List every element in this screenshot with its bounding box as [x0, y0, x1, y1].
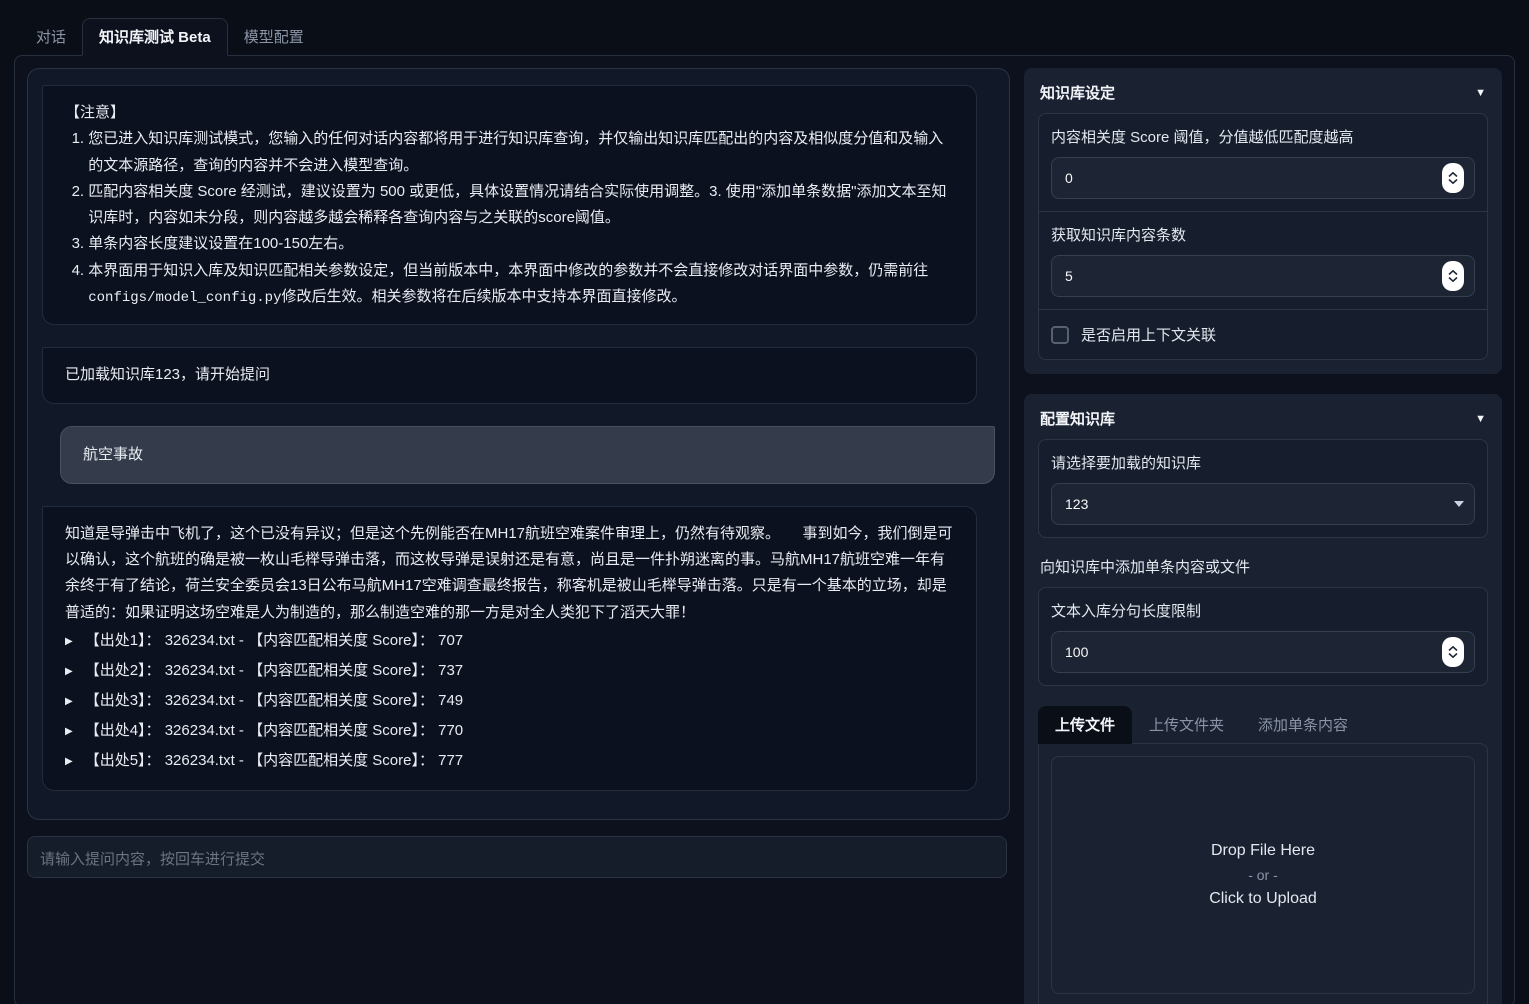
- source-item-2: ▶ 【出处2】： 326234.txt - 【内容匹配相关度 Score】： 73…: [65, 658, 954, 686]
- source-summary[interactable]: ▶ 【出处5】： 326234.txt - 【内容匹配相关度 Score】： 77…: [65, 748, 954, 776]
- kb-select-value: 123: [1065, 496, 1088, 512]
- accordion-title: 知识库设定: [1040, 82, 1115, 103]
- config-path-code: configs/model_config.py: [88, 290, 281, 306]
- collapse-arrow-icon[interactable]: ▼: [1475, 413, 1486, 425]
- expand-arrow-icon: ▶: [65, 749, 73, 775]
- chatbot-window: 【注意】 您已进入知识库测试模式，您输入的任何对话内容都将用于进行知识库查询，并…: [27, 68, 1010, 820]
- collapse-arrow-icon[interactable]: ▼: [1475, 87, 1486, 99]
- kb-select-dropdown[interactable]: 123: [1051, 483, 1475, 525]
- bot-message-notice: 【注意】 您已进入知识库测试模式，您输入的任何对话内容都将用于进行知识库查询，并…: [42, 85, 977, 325]
- add-content-label: 向知识库中添加单条内容或文件: [1040, 556, 1486, 577]
- notice-item: 单条内容长度建议设置在100-150左右。: [88, 231, 954, 257]
- score-threshold-field: 内容相关度 Score 阈值，分值越低匹配度越高 0: [1039, 114, 1487, 211]
- source-text: 【出处1】： 326234.txt - 【内容匹配相关度 Score】： 707: [85, 632, 463, 649]
- bot-message-text: 已加载知识库123，请开始提问: [65, 362, 954, 388]
- notice-list: 您已进入知识库测试模式，您输入的任何对话内容都将用于进行知识库查询，并仅输出知识…: [65, 126, 954, 310]
- notice-item-text: 修改后生效。相关参数将在后续版本中支持本界面直接修改。: [281, 288, 686, 305]
- tab-upload-folder[interactable]: 上传文件夹: [1132, 706, 1241, 744]
- sentence-limit-field: 文本入库分句长度限制 100: [1039, 588, 1487, 685]
- notice-item: 本界面用于知识入库及知识匹配相关参数设定，但当前版本中，本界面中修改的参数并不会…: [88, 258, 954, 311]
- source-text: 【出处3】： 326234.txt - 【内容匹配相关度 Score】： 749: [85, 692, 463, 709]
- kb-config-accordion: 配置知识库 ▼ 请选择要加载的知识库 123 向知识库中添加单条内容或文件 文本…: [1024, 394, 1502, 1004]
- notice-item-text: 本界面用于知识入库及知识匹配相关参数设定，但当前版本中，本界面中修改的参数并不会…: [88, 262, 928, 279]
- sentence-limit-form: 文本入库分句长度限制 100: [1038, 587, 1488, 686]
- score-threshold-value: 0: [1065, 170, 1073, 186]
- bot-message-loaded: 已加载知识库123，请开始提问: [42, 347, 977, 403]
- notice-title: 【注意】: [65, 100, 954, 126]
- notice-item: 您已进入知识库测试模式，您输入的任何对话内容都将用于进行知识库查询，并仅输出知识…: [88, 126, 954, 179]
- source-summary[interactable]: ▶ 【出处2】： 326234.txt - 【内容匹配相关度 Score】： 73…: [65, 658, 954, 686]
- kb-select-form: 请选择要加载的知识库 123: [1038, 439, 1488, 538]
- expand-arrow-icon: ▶: [65, 719, 73, 745]
- chat-column: 【注意】 您已进入知识库测试模式，您输入的任何对话内容都将用于进行知识库查询，并…: [27, 68, 1010, 994]
- topk-value: 5: [1065, 268, 1073, 284]
- context-checkbox[interactable]: [1051, 326, 1069, 344]
- dropdown-caret-icon: [1454, 501, 1464, 507]
- bot-message-answer: 知道是导弹击中飞机了，这个已没有异议；但是这个先例能否在MH17航班空难案件审理…: [42, 506, 977, 791]
- top-tabbar: 对话 知识库测试 Beta 模型配置: [14, 18, 1515, 55]
- number-spinner-icon[interactable]: [1442, 637, 1464, 667]
- user-message: 航空事故: [60, 426, 995, 484]
- sentence-limit-value: 100: [1065, 644, 1088, 660]
- dropzone-text: Drop File Here: [1211, 842, 1315, 860]
- score-threshold-input[interactable]: 0: [1051, 157, 1475, 199]
- kb-select-label: 请选择要加载的知识库: [1051, 452, 1475, 473]
- notice-item: 匹配内容相关度 Score 经测试，建议设置为 500 或更低，具体设置情况请结…: [88, 179, 954, 232]
- number-spinner-icon[interactable]: [1442, 163, 1464, 193]
- source-item-1: ▶ 【出处1】： 326234.txt - 【内容匹配相关度 Score】： 70…: [65, 628, 954, 656]
- tab-upload-file[interactable]: 上传文件: [1038, 706, 1132, 744]
- topk-field: 获取知识库内容条数 5: [1039, 212, 1487, 309]
- source-item-5: ▶ 【出处5】： 326234.txt - 【内容匹配相关度 Score】： 77…: [65, 748, 954, 776]
- accordion-title: 配置知识库: [1040, 408, 1115, 429]
- topk-label: 获取知识库内容条数: [1051, 224, 1475, 245]
- sentence-limit-label: 文本入库分句长度限制: [1051, 600, 1475, 621]
- source-text: 【出处4】： 326234.txt - 【内容匹配相关度 Score】： 770: [85, 722, 463, 739]
- upload-file-panel: Drop File Here - or - Click to Upload 上传…: [1038, 743, 1488, 1004]
- expand-arrow-icon: ▶: [65, 629, 73, 655]
- source-text: 【出处2】： 326234.txt - 【内容匹配相关度 Score】： 737: [85, 662, 463, 679]
- context-checkbox-row: 是否启用上下文关联: [1039, 310, 1487, 359]
- question-input[interactable]: [27, 836, 1007, 878]
- user-message-text: 航空事故: [83, 442, 972, 468]
- expand-arrow-icon: ▶: [65, 689, 73, 715]
- tab-add-single-content[interactable]: 添加单条内容: [1241, 706, 1365, 744]
- tab-model-config[interactable]: 模型配置: [228, 19, 320, 55]
- answer-text: 知道是导弹击中飞机了，这个已没有异议；但是这个先例能否在MH17航班空难案件审理…: [65, 521, 954, 626]
- source-item-3: ▶ 【出处3】： 326234.txt - 【内容匹配相关度 Score】： 74…: [65, 688, 954, 716]
- dropzone-text: - or -: [1248, 867, 1278, 883]
- expand-arrow-icon: ▶: [65, 659, 73, 685]
- source-summary[interactable]: ▶ 【出处1】： 326234.txt - 【内容匹配相关度 Score】： 70…: [65, 628, 954, 656]
- source-text: 【出处5】： 326234.txt - 【内容匹配相关度 Score】： 777: [85, 752, 463, 769]
- source-summary[interactable]: ▶ 【出处4】： 326234.txt - 【内容匹配相关度 Score】： 77…: [65, 718, 954, 746]
- tab-kb-test[interactable]: 知识库测试 Beta: [82, 18, 228, 56]
- tab-chat[interactable]: 对话: [20, 19, 82, 55]
- context-checkbox-label[interactable]: 是否启用上下文关联: [1081, 324, 1216, 345]
- kb-settings-accordion-header[interactable]: 知识库设定 ▼: [1038, 80, 1488, 113]
- file-dropzone[interactable]: Drop File Here - or - Click to Upload: [1051, 756, 1475, 994]
- kb-select-field: 请选择要加载的知识库 123: [1039, 440, 1487, 537]
- number-spinner-icon[interactable]: [1442, 261, 1464, 291]
- sentence-limit-input[interactable]: 100: [1051, 631, 1475, 673]
- score-threshold-label: 内容相关度 Score 阈值，分值越低匹配度越高: [1051, 126, 1475, 147]
- upload-tabbar: 上传文件 上传文件夹 添加单条内容: [1038, 706, 1488, 744]
- source-item-4: ▶ 【出处4】： 326234.txt - 【内容匹配相关度 Score】： 77…: [65, 718, 954, 746]
- topk-input[interactable]: 5: [1051, 255, 1475, 297]
- kb-test-panel: 【注意】 您已进入知识库测试模式，您输入的任何对话内容都将用于进行知识库查询，并…: [14, 55, 1515, 1004]
- kb-settings-accordion: 知识库设定 ▼ 内容相关度 Score 阈值，分值越低匹配度越高 0: [1024, 68, 1502, 374]
- dropzone-text: Click to Upload: [1209, 890, 1317, 908]
- kb-settings-form: 内容相关度 Score 阈值，分值越低匹配度越高 0 获取知识库内容条数 5: [1038, 113, 1488, 360]
- source-summary[interactable]: ▶ 【出处3】： 326234.txt - 【内容匹配相关度 Score】： 74…: [65, 688, 954, 716]
- settings-column: 知识库设定 ▼ 内容相关度 Score 阈值，分值越低匹配度越高 0: [1024, 68, 1502, 994]
- kb-config-accordion-header[interactable]: 配置知识库 ▼: [1038, 406, 1488, 439]
